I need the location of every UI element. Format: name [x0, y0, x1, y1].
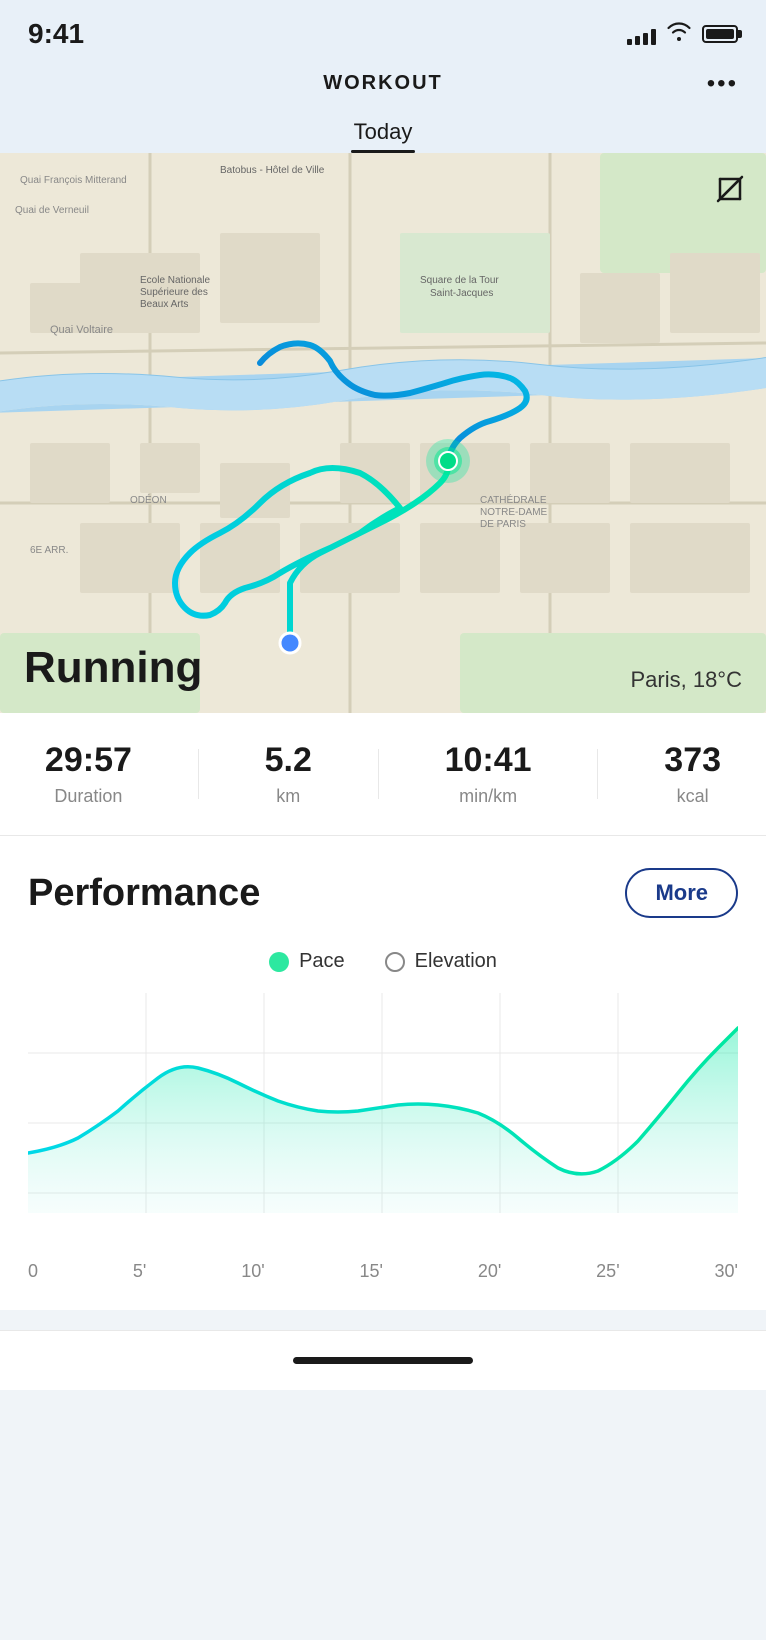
svg-text:CATHÉDRALE: CATHÉDRALE: [480, 493, 547, 506]
svg-text:ODÉON: ODÉON: [130, 493, 167, 506]
svg-text:Quai François Mitterand: Quai François Mitterand: [20, 175, 127, 186]
stat-pace-label: min/km: [459, 786, 517, 807]
stat-km: 5.2 km: [265, 741, 312, 807]
svg-text:6E ARR.: 6E ARR.: [30, 545, 68, 556]
signal-icon: [627, 23, 656, 45]
performance-section: Performance More Pace Elevation: [0, 836, 766, 1310]
stats-row: 29:57 Duration 5.2 km 10:41 min/km 373 k…: [0, 713, 766, 836]
stat-duration-value: 29:57: [45, 741, 132, 780]
stat-kcal: 373 kcal: [664, 741, 721, 807]
elevation-legend-dot: [385, 952, 405, 972]
map-location: Paris, 18°C: [630, 667, 742, 693]
elevation-legend-label: Elevation: [415, 950, 497, 973]
performance-title: Performance: [28, 872, 260, 915]
performance-header: Performance More: [28, 868, 738, 918]
status-time: 9:41: [28, 18, 84, 50]
activity-label: Running: [24, 643, 202, 693]
svg-text:Ecole Nationale: Ecole Nationale: [140, 275, 210, 286]
legend-elevation[interactable]: Elevation: [385, 950, 497, 973]
map-section: Quai Voltaire ODÉON 6E ARR. CATHÉDRALE N…: [0, 153, 766, 713]
x-label-5: 5': [133, 1261, 146, 1282]
pace-legend-label: Pace: [299, 950, 345, 973]
wifi-icon: [666, 21, 692, 47]
tab-today[interactable]: Today: [330, 111, 437, 153]
stat-kcal-value: 373: [664, 741, 721, 780]
svg-text:DE PARIS: DE PARIS: [480, 519, 526, 530]
stat-divider-2: [378, 749, 379, 799]
pace-chart: [28, 993, 738, 1253]
x-label-0: 0: [28, 1261, 38, 1282]
x-label-15: 15': [360, 1261, 383, 1282]
stat-pace-value: 10:41: [445, 741, 532, 780]
x-label-10: 10': [241, 1261, 264, 1282]
legend-pace[interactable]: Pace: [269, 950, 345, 973]
header: WORKOUT •••: [0, 60, 766, 103]
stat-duration-label: Duration: [54, 786, 122, 807]
more-button[interactable]: More: [625, 868, 738, 918]
stat-divider-1: [198, 749, 199, 799]
svg-text:Supérieure des: Supérieure des: [140, 287, 208, 298]
svg-text:Quai de Verneuil: Quai de Verneuil: [15, 205, 89, 216]
bottom-bar: [0, 1330, 766, 1390]
stat-pace: 10:41 min/km: [445, 741, 532, 807]
stat-duration: 29:57 Duration: [45, 741, 132, 807]
svg-text:Quai Voltaire: Quai Voltaire: [50, 324, 113, 336]
svg-text:Saint-Jacques: Saint-Jacques: [430, 288, 493, 299]
svg-text:Batobus - Hôtel de Ville: Batobus - Hôtel de Ville: [220, 165, 325, 176]
status-icons: [627, 21, 738, 47]
page-title: WORKOUT: [323, 72, 443, 95]
tab-bar: Today: [0, 103, 766, 153]
menu-button[interactable]: •••: [707, 70, 738, 98]
battery-icon: [702, 25, 738, 43]
map-overlay: Running Paris, 18°C: [0, 627, 766, 713]
x-label-20: 20': [478, 1261, 501, 1282]
svg-text:Square de la Tour: Square de la Tour: [420, 275, 499, 286]
chart-legend: Pace Elevation: [28, 950, 738, 973]
stat-km-value: 5.2: [265, 741, 312, 780]
home-indicator: [293, 1357, 473, 1364]
stat-km-label: km: [276, 786, 300, 807]
x-label-30: 30': [715, 1261, 738, 1282]
svg-text:NOTRE-DAME: NOTRE-DAME: [480, 507, 548, 518]
stat-divider-3: [597, 749, 598, 799]
stat-kcal-label: kcal: [677, 786, 709, 807]
status-bar: 9:41: [0, 0, 766, 60]
pace-legend-dot: [269, 952, 289, 972]
expand-icon[interactable]: [710, 169, 750, 209]
chart-x-labels: 0 5' 10' 15' 20' 25' 30': [28, 1253, 738, 1282]
svg-text:Beaux Arts: Beaux Arts: [140, 299, 188, 310]
x-label-25: 25': [596, 1261, 619, 1282]
